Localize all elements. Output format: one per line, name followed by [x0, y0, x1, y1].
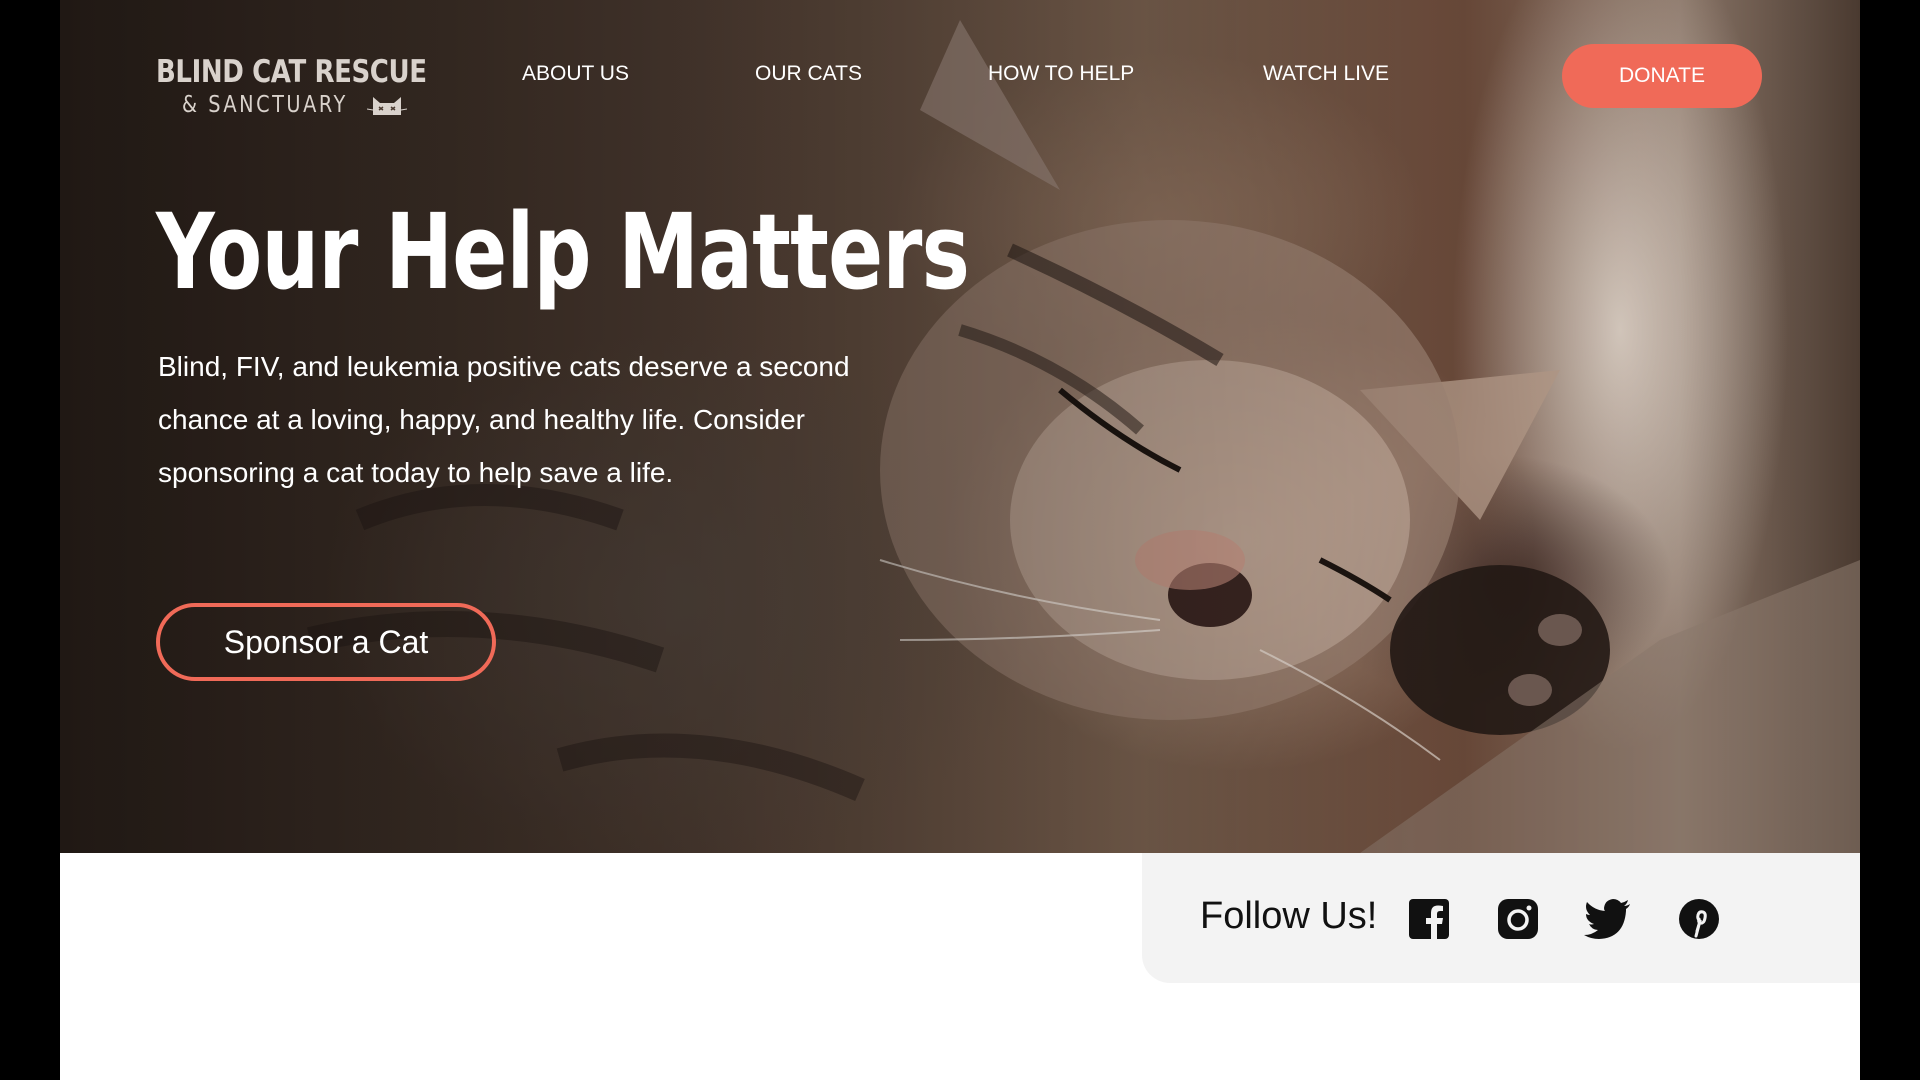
nav-watch-live[interactable]: WATCH LIVE	[1263, 60, 1389, 88]
hero-title: Your Help Matters	[156, 191, 970, 313]
logo-subline: & SANCTUARY	[182, 92, 426, 118]
donate-button[interactable]: DONATE	[1562, 44, 1762, 108]
facebook-icon[interactable]	[1408, 898, 1450, 940]
logo-subtitle: & SANCTUARY	[182, 92, 348, 118]
instagram-icon[interactable]	[1497, 898, 1539, 940]
hero-description: Blind, FIV, and leukemia positive cats d…	[158, 351, 850, 488]
sponsor-a-cat-button[interactable]: Sponsor a Cat	[156, 603, 496, 681]
page: BLIND CAT RESCUE & SANCTUARY ABOUT US OU…	[60, 0, 1860, 1080]
twitter-icon[interactable]	[1584, 898, 1632, 940]
cat-face-icon	[367, 97, 408, 115]
nav-how-to-help[interactable]: HOW TO HELP	[988, 60, 1134, 88]
follow-us-card: Follow Us!	[1142, 853, 1860, 983]
pinterest-icon[interactable]	[1678, 898, 1720, 940]
nav-about-us[interactable]: ABOUT US	[522, 60, 629, 88]
hero-section: BLIND CAT RESCUE & SANCTUARY ABOUT US OU…	[60, 0, 1860, 853]
follow-us-label: Follow Us!	[1200, 895, 1378, 937]
site-logo[interactable]: BLIND CAT RESCUE & SANCTUARY	[156, 54, 427, 118]
logo-title: BLIND CAT RESCUE	[156, 54, 427, 90]
nav-our-cats[interactable]: OUR CATS	[755, 60, 862, 88]
